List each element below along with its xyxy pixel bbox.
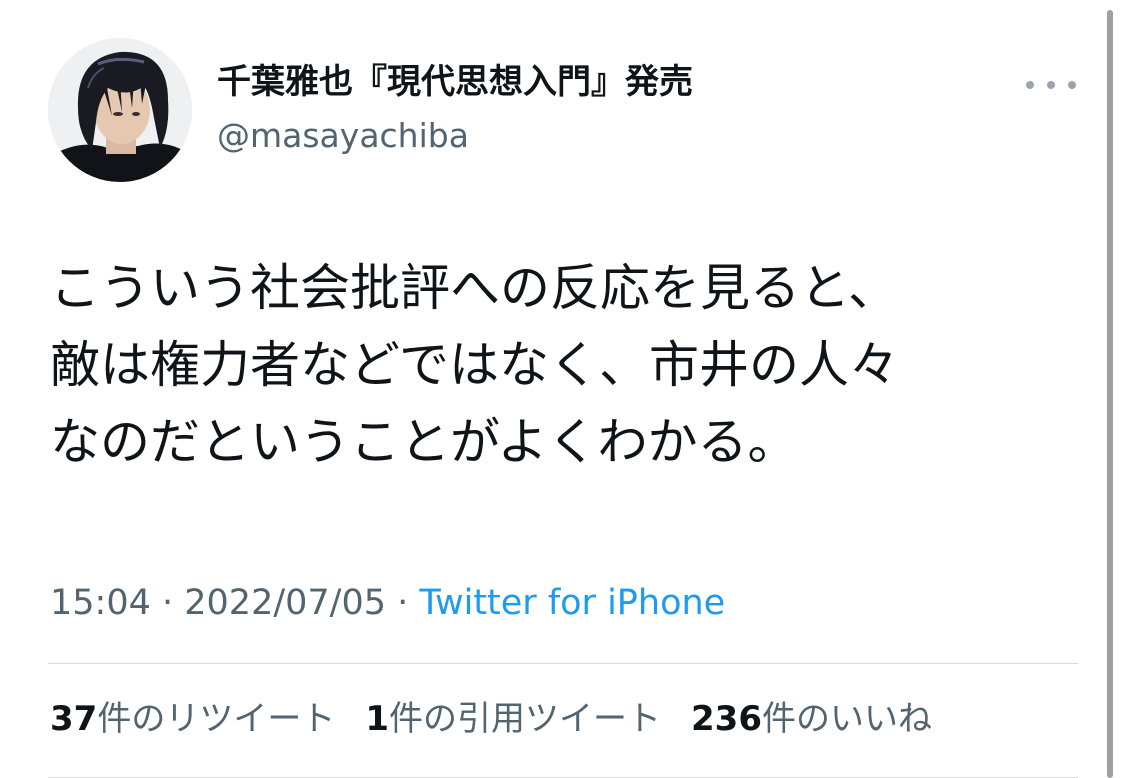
display-name[interactable]: 千葉雅也『現代思想入門』発売	[217, 60, 693, 104]
more-options-button[interactable]	[1026, 72, 1076, 98]
more-horizontal-icon-dot	[1047, 81, 1055, 89]
retweets-label: 件のリツイート	[97, 699, 336, 739]
tweet-meta: 15:04 · 2022/07/05 · Twitter for iPhone	[50, 580, 725, 626]
quotes-label: 件の引用ツイート	[389, 699, 661, 739]
tweet-time[interactable]: 15:04	[50, 583, 151, 623]
avatar-image	[48, 38, 192, 182]
tweet-line: 敵は権力者などではなく、市井の人々	[50, 336, 899, 394]
retweets-stat[interactable]: 37件のリツイート	[50, 696, 335, 742]
tweet-line: なのだということがよくわかる。	[50, 413, 798, 471]
likes-label: 件のいいね	[761, 699, 932, 739]
tweet-source-link[interactable]: Twitter for iPhone	[419, 583, 725, 623]
quotes-stat[interactable]: 1件の引用ツイート	[365, 696, 661, 742]
likes-count: 236	[691, 699, 762, 739]
more-horizontal-icon	[1026, 81, 1034, 89]
meta-separator: ·	[386, 583, 420, 623]
tweet-text: こういう社会批評への反応を見ると、 敵は権力者などではなく、市井の人々 なのだと…	[50, 250, 1080, 481]
quotes-count: 1	[365, 699, 389, 739]
avatar[interactable]	[48, 38, 192, 182]
retweets-count: 37	[50, 699, 98, 739]
tweet-stats: 37件のリツイート 1件の引用ツイート 236件のいいね	[50, 696, 932, 742]
scrollbar[interactable]	[1107, 10, 1113, 778]
likes-stat[interactable]: 236件のいいね	[691, 696, 932, 742]
divider	[48, 663, 1078, 664]
tweet-date[interactable]: 2022/07/05	[184, 583, 386, 623]
tweet-line: こういう社会批評への反応を見ると、	[50, 259, 898, 317]
meta-separator: ·	[150, 583, 185, 623]
user-handle[interactable]: @masayachiba	[217, 115, 469, 157]
more-horizontal-icon-dot	[1068, 81, 1076, 89]
